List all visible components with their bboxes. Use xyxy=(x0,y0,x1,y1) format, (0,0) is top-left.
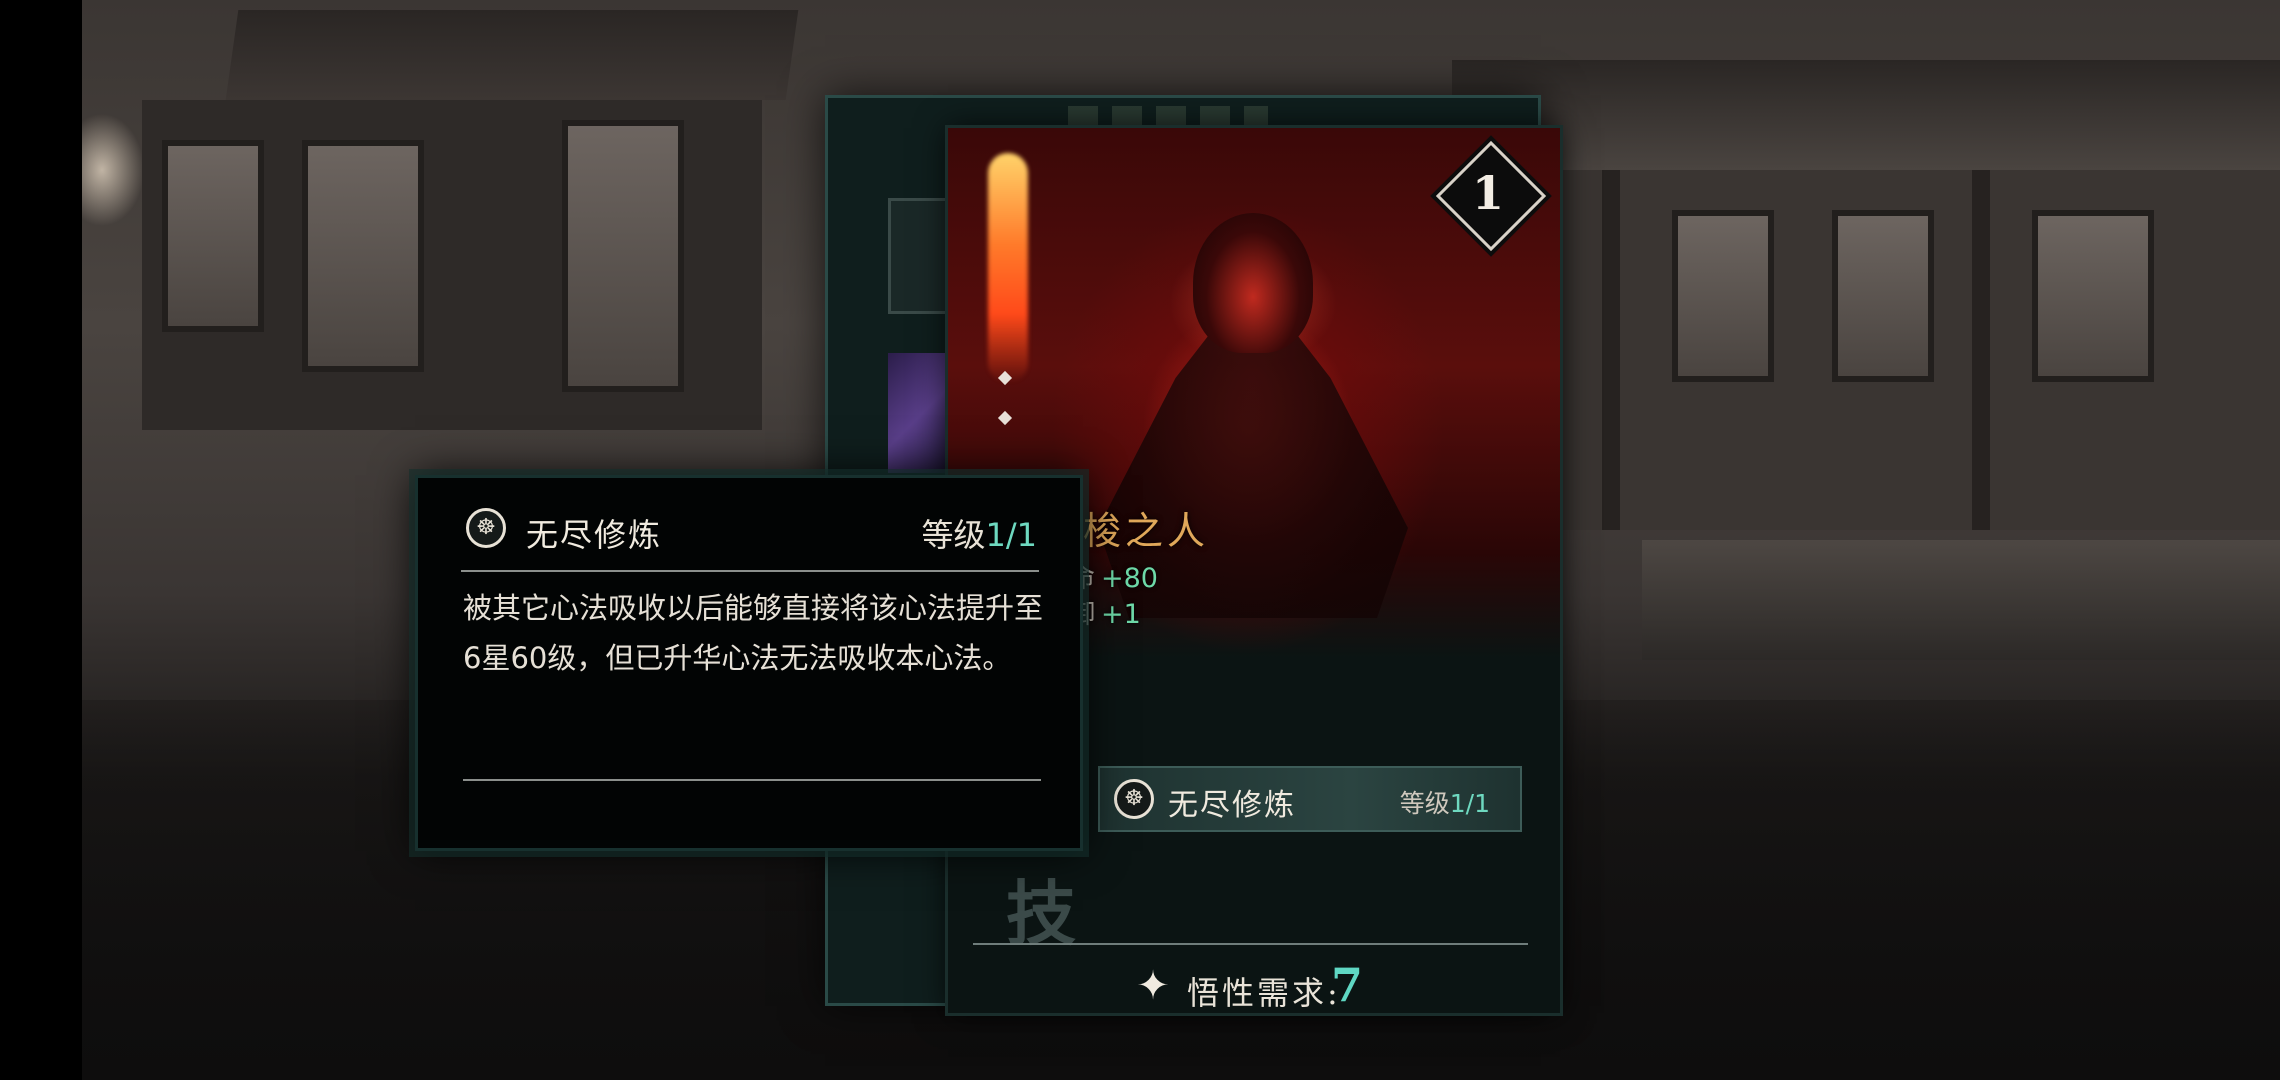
window xyxy=(2032,210,2154,382)
stat-value: +80 xyxy=(1101,563,1158,594)
card-level-badge: 1 xyxy=(1435,140,1547,252)
building-wall-left xyxy=(142,100,762,430)
building-roof-right xyxy=(1452,60,2280,170)
tooltip-description: 被其它心法吸收以后能够直接将该心法提升至6星60级，但已升华心法无法吸收本心法。 xyxy=(463,591,1044,675)
window xyxy=(1832,210,1934,382)
tooltip-level-value: 1/1 xyxy=(985,516,1038,554)
skill-entry[interactable]: ☸ 无尽修炼 等级1/1 xyxy=(1098,766,1522,832)
requirement-label: 悟性需求: xyxy=(1187,974,1341,1012)
comprehension-requirement: ✦ 悟性需求: 7 xyxy=(1131,956,1431,1016)
skill-level-label: 等级 xyxy=(1399,789,1450,818)
building-roof-left xyxy=(225,10,799,100)
card-name: 梭之人 xyxy=(1083,509,1210,553)
rank-pip-icon xyxy=(997,370,1013,386)
skill-level-value: 1/1 xyxy=(1449,789,1490,818)
skill-name: 无尽修炼 xyxy=(1168,788,1296,823)
pillar xyxy=(1602,170,1620,530)
comprehension-star-icon: ✦ xyxy=(1136,963,1170,1009)
rank-pip-icon xyxy=(997,410,1013,426)
window xyxy=(162,140,264,332)
skill-level: 等级1/1 xyxy=(1400,784,1490,820)
stat-value: +1 xyxy=(1101,599,1141,630)
meditating-figure-icon: ☸ xyxy=(1114,779,1154,819)
window xyxy=(1672,210,1774,382)
window xyxy=(562,120,684,392)
rank-pips xyxy=(997,370,1013,453)
hooded-figure-head-art xyxy=(1193,213,1313,353)
building-deck xyxy=(1642,540,2280,660)
pillar xyxy=(1972,170,1990,530)
tooltip-level-label: 等级 xyxy=(921,516,986,554)
meditating-figure-icon: ☸ xyxy=(466,508,506,548)
tooltip-skill-level: 等级1/1 xyxy=(921,510,1037,556)
skill-tooltip: ☸ 无尽修炼 等级1/1 被其它心法吸收以后能够直接将该心法提升至6星60级，但… xyxy=(415,475,1083,851)
card-divider xyxy=(973,943,1528,945)
tooltip-divider-top xyxy=(461,570,1039,572)
card-level-number: 1 xyxy=(1471,166,1504,220)
building-wall-right xyxy=(1512,170,2280,530)
tooltip-divider-bottom xyxy=(463,779,1041,781)
tooltip-skill-name: 无尽修炼 xyxy=(526,516,663,554)
flame-rank-icon xyxy=(988,153,1028,383)
requirement-value: 7 xyxy=(1331,958,1364,1012)
window xyxy=(302,140,424,372)
